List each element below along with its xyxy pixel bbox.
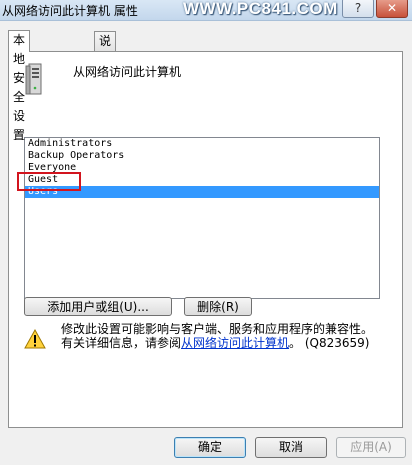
warning-suffix: 。 (Q823659) <box>289 336 370 350</box>
list-item[interactable]: Administrators <box>25 138 379 150</box>
list-item[interactable]: Backup Operators <box>25 150 379 162</box>
remove-button[interactable]: 删除(R) <box>184 297 252 316</box>
tab-panel: 从网络访问此计算机 Administrators Backup Operator… <box>8 51 403 428</box>
compatibility-warning: 修改此设置可能影响与客户端、服务和应用程序的兼容性。 有关详细信息，请参阅从网络… <box>61 322 373 350</box>
policy-name: 从网络访问此计算机 <box>73 65 182 79</box>
warning-line-1: 修改此设置可能影响与客户端、服务和应用程序的兼容性。 <box>61 322 374 336</box>
computer-tower-icon <box>25 63 42 95</box>
add-user-or-group-button[interactable]: 添加用户或组(U)... <box>24 297 172 316</box>
guest-highlight-box <box>17 172 81 191</box>
warning-line-2: 有关详细信息，请参阅从网络访问此计算机。 (Q823659) <box>61 336 373 350</box>
watermark: WWW.PC841.COM <box>183 0 338 18</box>
close-button[interactable]: ✕ <box>376 0 408 18</box>
warning-icon <box>24 329 46 349</box>
principals-listbox[interactable]: Administrators Backup Operators Everyone… <box>24 137 380 299</box>
warning-prefix: 有关详细信息，请参阅 <box>61 336 182 350</box>
cancel-button[interactable]: 取消 <box>255 437 327 458</box>
window-title: 从网络访问此计算机 属性 <box>2 4 138 18</box>
policy-help-link[interactable]: 从网络访问此计算机 <box>181 336 289 350</box>
tab-explain[interactable]: 说明 <box>94 31 117 67</box>
ok-button[interactable]: 确定 <box>174 437 246 458</box>
apply-button[interactable]: 应用(A) <box>336 437 406 458</box>
title-bar: 从网络访问此计算机 属性 WWW.PC841.COM ? ✕ <box>0 0 412 21</box>
help-button[interactable]: ? <box>342 0 374 18</box>
tab-local-security-setting[interactable]: 本地安全设置 <box>8 30 31 142</box>
